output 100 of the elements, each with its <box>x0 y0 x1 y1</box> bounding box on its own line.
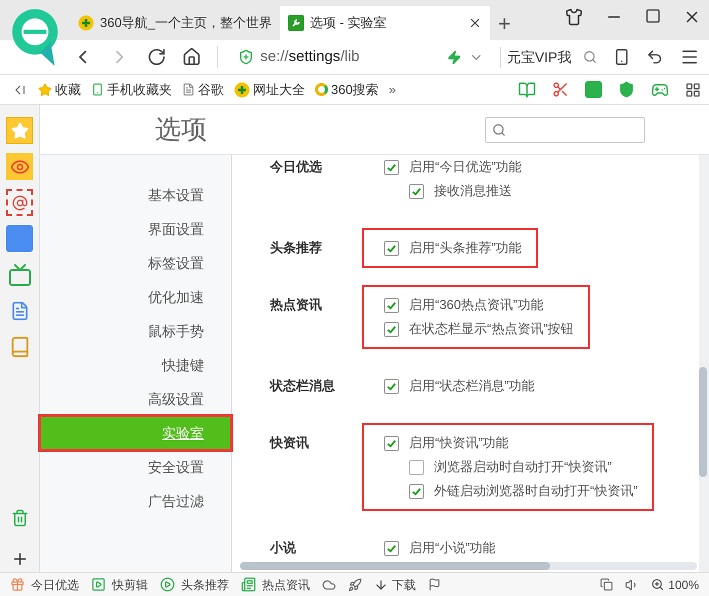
page-title: 选项 <box>155 114 207 144</box>
checkmark-icon <box>411 186 422 196</box>
new-tab-button[interactable]: + <box>490 6 519 40</box>
status-bar-item[interactable]: 快剪辑 <box>91 576 148 594</box>
favorites-icon[interactable] <box>6 117 33 144</box>
checkbox[interactable] <box>409 460 424 474</box>
scrollbar-thumb[interactable] <box>699 367 707 477</box>
checkbox[interactable] <box>384 378 399 394</box>
search-field[interactable]: 元宝VIP我 <box>500 46 597 68</box>
ring-icon <box>315 83 328 96</box>
checkmark-icon <box>386 438 397 448</box>
checkbox[interactable] <box>384 298 399 312</box>
address-field[interactable]: se://settings/lib <box>217 46 431 68</box>
bookmark-link[interactable]: 360搜索 <box>315 80 379 100</box>
option-label: 在状态栏显示“热点资讯”按钮 <box>409 320 574 338</box>
star-icon <box>38 82 52 96</box>
nav-item[interactable]: 标签设置 <box>40 246 231 280</box>
horizontal-scrollbar-thumb[interactable] <box>240 562 550 570</box>
section-title: 今日优选 <box>270 158 323 176</box>
play-circle-icon <box>160 577 175 592</box>
apps-icon[interactable] <box>685 82 701 98</box>
eye-icon[interactable] <box>6 153 33 180</box>
checkmark-icon <box>386 542 397 554</box>
browser-tab[interactable]: 选项 - 实验室 <box>280 6 490 40</box>
option-label: 启用“今日优选”功能 <box>409 158 522 176</box>
plus-circle-icon <box>234 82 250 98</box>
home-icon[interactable] <box>182 47 202 67</box>
trash-icon[interactable] <box>10 509 28 527</box>
nav-item[interactable]: 基本设置 <box>40 178 231 212</box>
nav-item[interactable]: 界面设置 <box>40 212 231 246</box>
option-label: 启用“小说”功能 <box>409 539 496 558</box>
section-title: 热点资讯 <box>270 296 323 314</box>
plus-circle-icon <box>78 15 94 31</box>
checkbox[interactable] <box>384 436 399 450</box>
newspaper-icon <box>241 577 256 592</box>
option-label: 外链启动浏览器时自动打开“快资讯” <box>434 482 638 500</box>
wrench-icon <box>288 15 304 31</box>
status-bar-item[interactable]: 今日优选 <box>10 576 79 594</box>
nav-item[interactable]: 快捷键 <box>40 348 231 382</box>
checkbox[interactable] <box>409 184 424 198</box>
document-icon <box>182 83 195 96</box>
download-button[interactable]: 下载 <box>374 576 416 594</box>
checkmark-icon <box>386 162 397 172</box>
gift-icon <box>10 577 25 592</box>
option-label: 启用“360热点资讯”功能 <box>409 296 544 314</box>
security-shield-icon <box>238 49 254 65</box>
search-icon <box>582 50 597 64</box>
skin-icon[interactable] <box>565 8 583 26</box>
nav-item[interactable]: 安全设置 <box>40 450 231 484</box>
bookmark-link[interactable]: 网址大全 <box>234 80 305 100</box>
section-title: 快资讯 <box>270 434 310 452</box>
checkbox[interactable] <box>384 322 399 336</box>
checkbox[interactable] <box>384 160 399 174</box>
play-square-icon <box>91 577 106 592</box>
maximize-icon[interactable] <box>645 8 661 24</box>
bookmark-link[interactable]: 手机收藏夹 <box>91 80 172 100</box>
more-bookmarks-button[interactable]: » <box>388 80 396 100</box>
close-tab-icon[interactable] <box>468 16 482 30</box>
lightning-icon[interactable] <box>446 50 462 64</box>
window-icon[interactable] <box>600 578 614 591</box>
nav-item[interactable]: 高级设置 <box>40 382 231 416</box>
mail-icon[interactable] <box>6 189 33 216</box>
status-bar-item[interactable]: 热点资讯 <box>241 576 310 594</box>
option-label: 启用“头条推荐”功能 <box>409 239 522 258</box>
option-label: 启用“快资讯”功能 <box>409 434 509 452</box>
option-label: 浏览器启动时自动打开“快资讯” <box>434 458 612 476</box>
scissors-icon[interactable] <box>552 81 569 98</box>
section-title: 小说 <box>270 539 297 558</box>
checkbox[interactable] <box>384 540 399 556</box>
browser-tab[interactable]: 360导航_一个主页，整个世界 <box>70 6 280 40</box>
option-label: 接收消息推送 <box>434 182 512 200</box>
undo-icon[interactable] <box>646 48 664 66</box>
option-label: 启用“状态栏消息”功能 <box>409 377 535 396</box>
download-icon <box>374 578 388 592</box>
shield-icon[interactable] <box>618 81 635 98</box>
rocket-icon[interactable] <box>348 578 362 592</box>
tv-icon[interactable] <box>6 261 33 288</box>
status-bar-item[interactable]: 头条推荐 <box>160 576 229 594</box>
section-title: 状态栏消息 <box>270 377 336 396</box>
section-title: 头条推荐 <box>270 239 323 258</box>
book-icon[interactable] <box>518 80 536 98</box>
checkmark-icon <box>386 324 397 334</box>
nav-item[interactable]: 优化加速 <box>40 280 231 314</box>
checkmark-icon <box>411 486 422 496</box>
checkmark-icon <box>386 300 397 310</box>
nav-item[interactable]: 鼠标手势 <box>40 314 231 348</box>
phone-icon <box>91 83 104 96</box>
checkmark-icon <box>386 380 397 392</box>
bookmark-link[interactable]: 收藏 <box>38 80 81 100</box>
flag-icon[interactable] <box>428 578 441 591</box>
checkmark-icon <box>386 242 397 254</box>
reload-icon[interactable] <box>146 47 166 67</box>
zoom-button[interactable]: 100% <box>651 576 699 594</box>
checkbox[interactable] <box>384 240 399 256</box>
search-icon <box>492 122 506 136</box>
zoom-icon <box>651 578 664 591</box>
bookmark-link[interactable]: 谷歌 <box>182 80 224 100</box>
checkbox[interactable] <box>409 484 424 498</box>
nav-item[interactable]: 广告过滤 <box>40 484 231 518</box>
settings-search-field[interactable] <box>485 116 645 142</box>
